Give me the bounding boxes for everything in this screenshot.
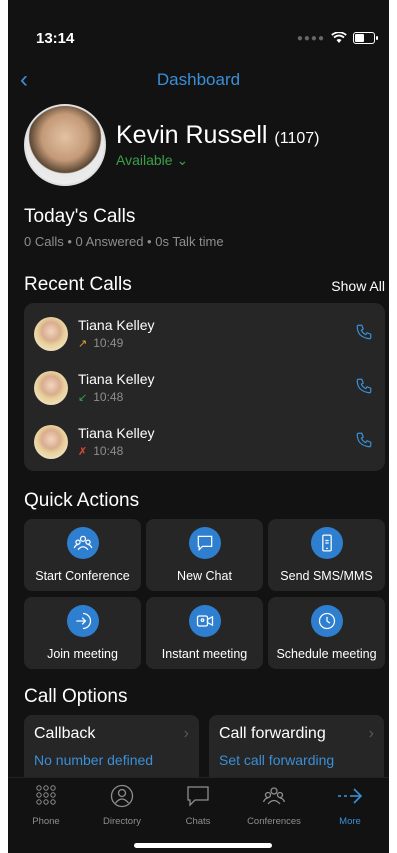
option-subtitle: Set call forwarding: [219, 752, 335, 768]
battery-icon: [353, 32, 378, 44]
nav-bar: ‹ Dashboard: [8, 66, 389, 94]
recent-calls-title: Recent Calls: [24, 274, 132, 295]
tab-label: Conferences: [247, 816, 301, 827]
clock-icon: [318, 612, 335, 630]
status-icons: ●●●●: [296, 32, 378, 44]
tab-bar: Phone Directory Chats Conferences More: [8, 777, 389, 832]
avatar: [34, 317, 68, 351]
quick-action-label: Join meeting: [47, 647, 118, 661]
call-row[interactable]: Tiana Kelley ↗ 10:49: [34, 311, 375, 355]
outgoing-call-icon: ↗: [78, 337, 88, 350]
profile-header: Kevin Russell (1107) Available ⌄: [24, 104, 319, 186]
send-sms-button[interactable]: Send SMS/MMS: [268, 519, 385, 591]
presence-selector[interactable]: Available ⌄: [116, 152, 319, 169]
start-conference-button[interactable]: Start Conference: [24, 519, 141, 591]
caller-name: Tiana Kelley: [78, 371, 155, 387]
phone-icon[interactable]: [355, 323, 373, 341]
arrow-right-icon: [338, 788, 363, 804]
todays-calls-title: Today's Calls: [24, 206, 136, 227]
quick-action-label: Instant meeting: [161, 647, 248, 661]
show-all-link[interactable]: Show All: [331, 278, 385, 294]
tab-label: Chats: [185, 816, 211, 827]
profile-extension: (1107): [274, 130, 320, 147]
call-time: 10:48: [93, 444, 124, 458]
tab-label: Phone: [32, 816, 60, 827]
status-bar: 13:14 ●●●●: [36, 28, 378, 48]
phone-icon[interactable]: [355, 377, 373, 395]
home-indicator[interactable]: [134, 843, 272, 848]
wifi-icon: [331, 32, 347, 43]
join-arrow-icon: [75, 612, 91, 630]
page-title: Dashboard: [156, 70, 241, 89]
quick-actions-title: Quick Actions: [24, 490, 140, 511]
caller-name: Tiana Kelley: [78, 425, 155, 441]
conference-icon: [262, 787, 286, 805]
schedule-meeting-button[interactable]: Schedule meeting: [268, 597, 385, 669]
avatar[interactable]: [24, 104, 106, 186]
recent-calls-list: Tiana Kelley ↗ 10:49 Tiana Kelley ↙ 10:4…: [24, 303, 385, 471]
avatar: [34, 371, 68, 405]
call-options-title: Call Options: [24, 686, 128, 707]
conference-icon: [73, 535, 92, 551]
call-row[interactable]: Tiana Kelley ↙ 10:48: [34, 365, 375, 409]
app-screen: 13:14 ●●●● ‹ Dashboard Kevin Russell (11…: [8, 0, 389, 853]
quick-action-label: Send SMS/MMS: [280, 569, 373, 583]
presence-label: Available: [116, 152, 173, 168]
profile-name: Kevin Russell: [116, 121, 268, 149]
tab-phone[interactable]: Phone: [8, 784, 84, 827]
tab-chats[interactable]: Chats: [160, 784, 236, 827]
chat-bubble-icon: [187, 786, 209, 807]
person-icon: [110, 784, 134, 808]
chevron-down-icon: ⌄: [176, 152, 189, 168]
incoming-call-icon: ↙: [78, 391, 88, 404]
todays-calls-summary: 0 Calls • 0 Answered • 0s Talk time: [24, 234, 224, 249]
call-time: 10:48: [93, 390, 124, 404]
video-camera-icon: [196, 615, 213, 627]
tab-directory[interactable]: Directory: [84, 784, 160, 827]
mobile-phone-icon: [321, 534, 332, 552]
signal-icon: ●●●●: [296, 32, 325, 44]
call-row[interactable]: Tiana Kelley ✗ 10:48: [34, 419, 375, 463]
quick-action-label: New Chat: [177, 569, 232, 583]
dialpad-icon: [36, 785, 56, 805]
join-meeting-button[interactable]: Join meeting: [24, 597, 141, 669]
chevron-right-icon: ›: [368, 725, 374, 742]
tab-label: Directory: [102, 816, 141, 827]
option-title: Call forwarding: [219, 725, 326, 742]
new-chat-button[interactable]: New Chat: [146, 519, 263, 591]
instant-meeting-button[interactable]: Instant meeting: [146, 597, 263, 669]
tab-more[interactable]: More: [312, 784, 388, 827]
chevron-right-icon: ›: [183, 725, 189, 742]
quick-action-label: Start Conference: [35, 569, 130, 583]
tab-conferences[interactable]: Conferences: [236, 784, 312, 827]
call-time: 10:49: [93, 336, 124, 350]
caller-name: Tiana Kelley: [78, 317, 155, 333]
option-subtitle: No number defined: [34, 752, 154, 768]
missed-call-icon: ✗: [78, 445, 88, 458]
status-time: 13:14: [36, 29, 75, 47]
phone-icon[interactable]: [355, 431, 373, 449]
tab-label: More: [339, 816, 361, 827]
avatar: [34, 425, 68, 459]
option-title: Callback: [34, 725, 96, 742]
chat-icon: [197, 535, 212, 552]
quick-action-label: Schedule meeting: [276, 647, 377, 661]
